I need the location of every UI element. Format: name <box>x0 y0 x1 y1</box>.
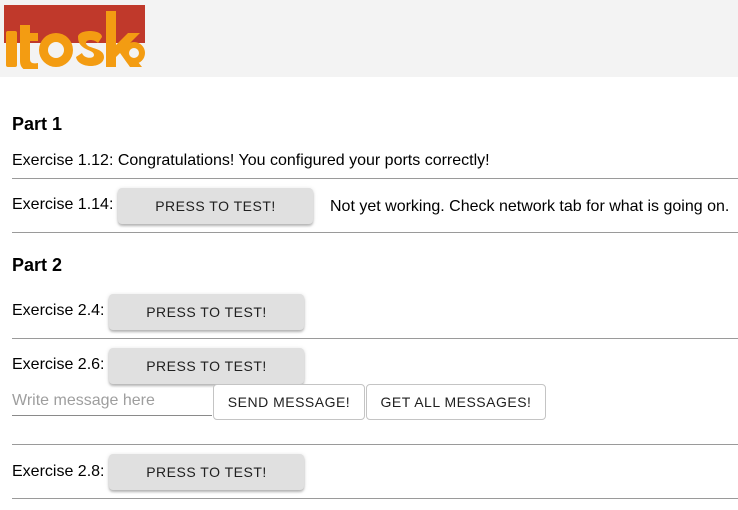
send-message-button[interactable]: SEND MESSAGE! <box>213 384 365 420</box>
divider <box>12 232 738 233</box>
header-bar <box>0 0 738 77</box>
exercise-2-4-test-button[interactable]: PRESS TO TEST! <box>109 294 304 330</box>
itoska-logo <box>4 5 145 69</box>
part2-title: Part 2 <box>12 255 63 275</box>
exercise-2-6-label: Exercise 2.6: <box>12 356 105 373</box>
get-all-messages-button[interactable]: GET ALL MESSAGES! <box>366 384 546 420</box>
message-input[interactable] <box>12 386 212 416</box>
exercise-2-8-label: Exercise 2.8: <box>12 463 105 480</box>
exercise-2-6-test-button[interactable]: PRESS TO TEST! <box>109 348 304 384</box>
part1-title: Part 1 <box>12 114 63 134</box>
exercise-2-4-label: Exercise 2.4: <box>12 302 105 319</box>
exercise-1-12-text: Exercise 1.12: Congratulations! You conf… <box>12 152 490 169</box>
exercise-2-8-test-button[interactable]: PRESS TO TEST! <box>109 454 304 490</box>
exercise-1-14-status: Not yet working. Check network tab for w… <box>330 198 730 215</box>
divider <box>12 338 738 339</box>
exercise-1-14-test-button[interactable]: PRESS TO TEST! <box>118 188 313 224</box>
exercise-1-14-label: Exercise 1.14: <box>12 196 114 213</box>
divider <box>12 444 738 445</box>
divider <box>12 498 738 499</box>
divider <box>12 178 738 179</box>
